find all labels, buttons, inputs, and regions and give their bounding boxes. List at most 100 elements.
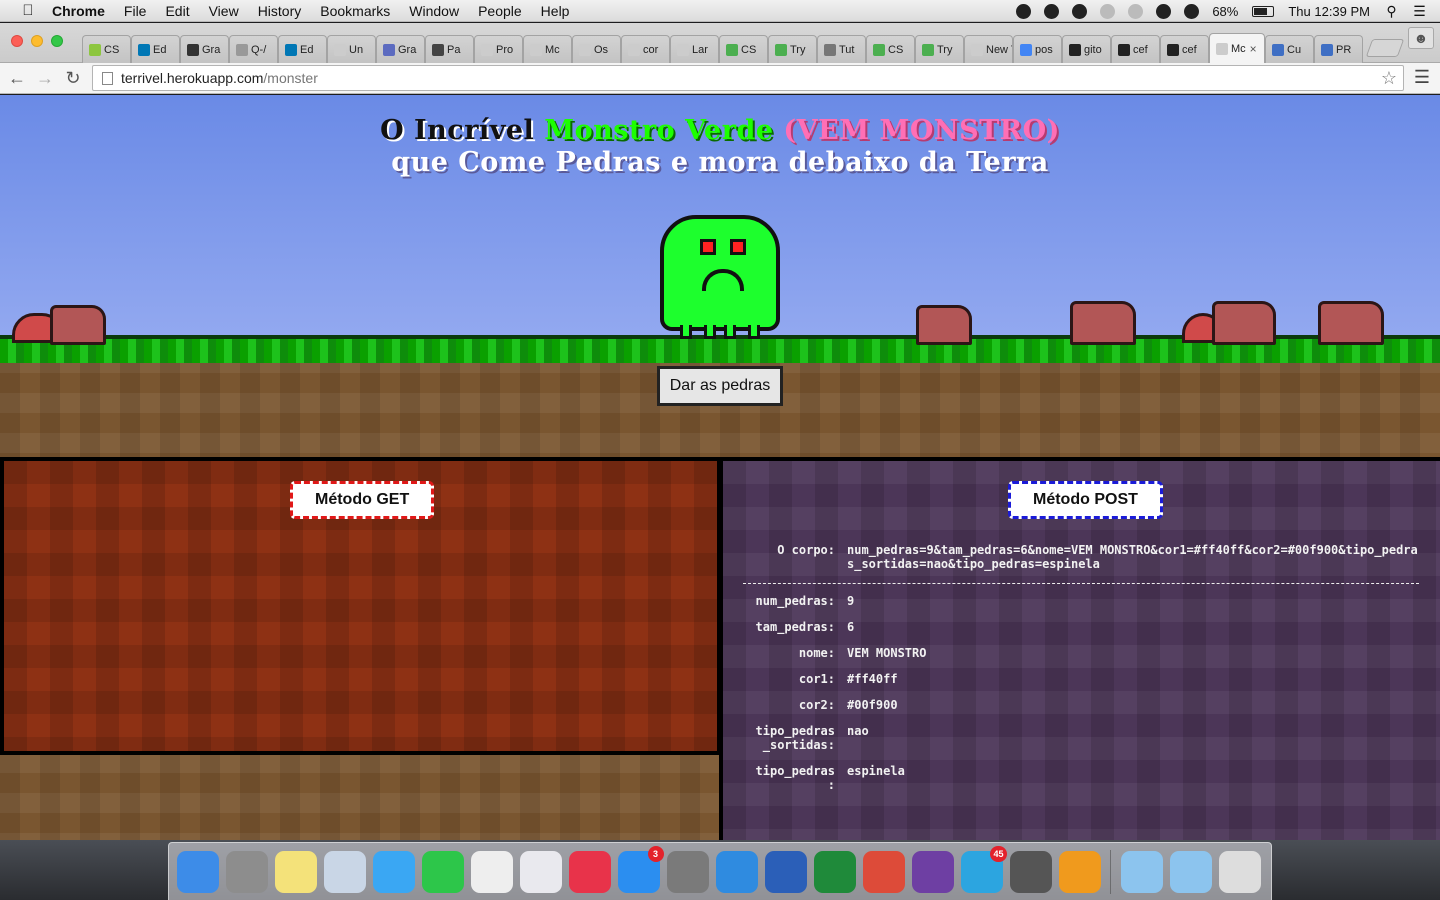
preview-dock-icon[interactable] [323,850,366,893]
chrome-menu-icon[interactable]: ☰ [1414,67,1430,88]
reload-icon[interactable]: ↻ [63,67,83,89]
notification-center-icon[interactable]: ☰ [1412,3,1427,19]
dock: 3 45 [168,842,1272,900]
notification-badge: 3 [647,845,664,862]
browser-tab[interactable]: Un [327,35,376,63]
keynote-dock-icon[interactable] [519,850,562,893]
browser-tab[interactable]: cef [1111,35,1160,63]
monster-foot [724,325,736,339]
tab-label: CS [888,43,904,56]
close-tab-icon[interactable]: × [1250,42,1257,56]
address-bar[interactable]: terrivel.herokuapp.com/monster ☆ [92,65,1404,91]
browser-tab[interactable]: Os [572,35,621,63]
menu-bookmarks[interactable]: Bookmarks [320,3,390,19]
window-close-button[interactable] [11,35,23,47]
excel-dock-icon[interactable] [813,850,856,893]
facetime-dock-icon[interactable] [421,850,464,893]
apple-menu-icon[interactable]:  [18,2,38,19]
browser-tab[interactable]: New T [964,35,1013,63]
spotlight-search-icon[interactable]: ⚲ [1384,3,1399,19]
tab-favicon-icon [334,43,346,56]
browser-tab[interactable]: Try [768,35,817,63]
tab-favicon-icon [677,43,689,56]
field-value: 6 [847,620,855,634]
menu-history[interactable]: History [258,3,302,19]
active-browser-tab[interactable]: Mc × [1209,33,1265,63]
menu-edit[interactable]: Edit [165,3,189,19]
rock [916,305,972,345]
compass-status-icon[interactable] [1072,3,1088,19]
browser-tab[interactable]: cef [1160,35,1209,63]
app-store-dock-icon[interactable]: 3 [617,845,664,893]
photo-booth-dock-icon[interactable] [1009,850,1052,893]
browser-tab[interactable]: Pa [425,35,474,63]
finder-dock-icon[interactable] [176,850,219,893]
github-dock-icon[interactable] [911,850,954,893]
browser-tab[interactable]: Lar [670,35,719,63]
browser-tab[interactable]: Gra [180,35,229,63]
field-key: tipo_pedras : [755,764,835,792]
menu-file[interactable]: File [124,3,147,19]
bluetooth-icon[interactable] [1128,3,1144,19]
word-dock-icon[interactable] [764,850,807,893]
safari-dock-icon[interactable] [715,850,758,893]
menu-help[interactable]: Help [541,3,570,19]
rock [1318,301,1384,345]
sublime-text-dock-icon[interactable] [1058,850,1101,893]
telegram-dock-icon[interactable]: 45 [960,845,1007,893]
downloads-dock-icon[interactable] [1169,850,1212,893]
itunes-dock-icon[interactable] [568,850,611,893]
forward-arrow-icon[interactable]: → [35,67,55,89]
chrome-dock-icon[interactable] [862,850,905,893]
menu-app-name[interactable]: Chrome [52,3,105,19]
menu-people[interactable]: People [478,3,522,19]
browser-tab[interactable]: PR [1314,35,1363,63]
browser-tab[interactable]: Mc [523,35,572,63]
browser-tab[interactable]: CS [719,35,768,63]
close-circle-status-icon[interactable] [1016,3,1032,19]
tab-favicon-icon [922,43,934,56]
system-preferences-dock-icon[interactable] [666,850,709,893]
give-stones-button[interactable]: Dar as pedras [657,366,783,406]
post-field-row: nome: VEM MONSTRO [743,646,1419,660]
back-arrow-icon[interactable]: ← [7,67,27,89]
page-subtitle: que Come Pedras e mora debaixo da Terra [391,147,1049,178]
profile-button[interactable]: ☻ [1408,27,1434,49]
browser-tab[interactable]: Try [915,35,964,63]
browser-tab[interactable]: Ed [131,35,180,63]
notification-badge: 45 [990,845,1007,862]
notes-dock-icon[interactable] [274,850,317,893]
browser-tab[interactable]: CS [866,35,915,63]
browser-tab[interactable]: gito [1062,35,1111,63]
browser-tab[interactable]: Gra [376,35,425,63]
trash-dock-icon[interactable] [1218,850,1261,893]
window-zoom-button[interactable] [51,35,63,47]
field-value: 9 [847,594,855,608]
browser-tab[interactable]: Q-/ [229,35,278,63]
volume-icon[interactable] [1184,3,1200,19]
tab-favicon-icon [628,43,640,56]
messages-dock-icon[interactable] [372,850,415,893]
clock-dock-icon[interactable] [470,850,513,893]
browser-tab[interactable]: CS [82,35,131,63]
browser-tab[interactable]: Tut [817,35,866,63]
menu-window[interactable]: Window [409,3,459,19]
battery-icon[interactable] [1252,5,1275,17]
tab-favicon-icon [1216,42,1228,55]
bookmark-star-icon[interactable]: ☆ [1381,68,1397,89]
menu-view[interactable]: View [209,3,239,19]
browser-tab[interactable]: cor [621,35,670,63]
browser-tab[interactable]: Cu [1265,35,1314,63]
field-key: tipo_pedras _sortidas: [755,724,835,752]
browser-tab[interactable]: pos [1013,35,1062,63]
clock[interactable]: Thu 12:39 PM [1288,4,1370,19]
wifi-icon[interactable] [1156,3,1172,19]
time-machine-icon[interactable] [1100,3,1116,19]
window-minimize-button[interactable] [31,35,43,47]
applications-dock-icon[interactable] [1120,850,1163,893]
new-tab-button[interactable] [1365,39,1405,57]
browser-tab[interactable]: Ed [278,35,327,63]
browser-tab[interactable]: Pro [474,35,523,63]
launchpad-dock-icon[interactable] [225,850,268,893]
cloud-status-icon[interactable] [1044,3,1060,19]
